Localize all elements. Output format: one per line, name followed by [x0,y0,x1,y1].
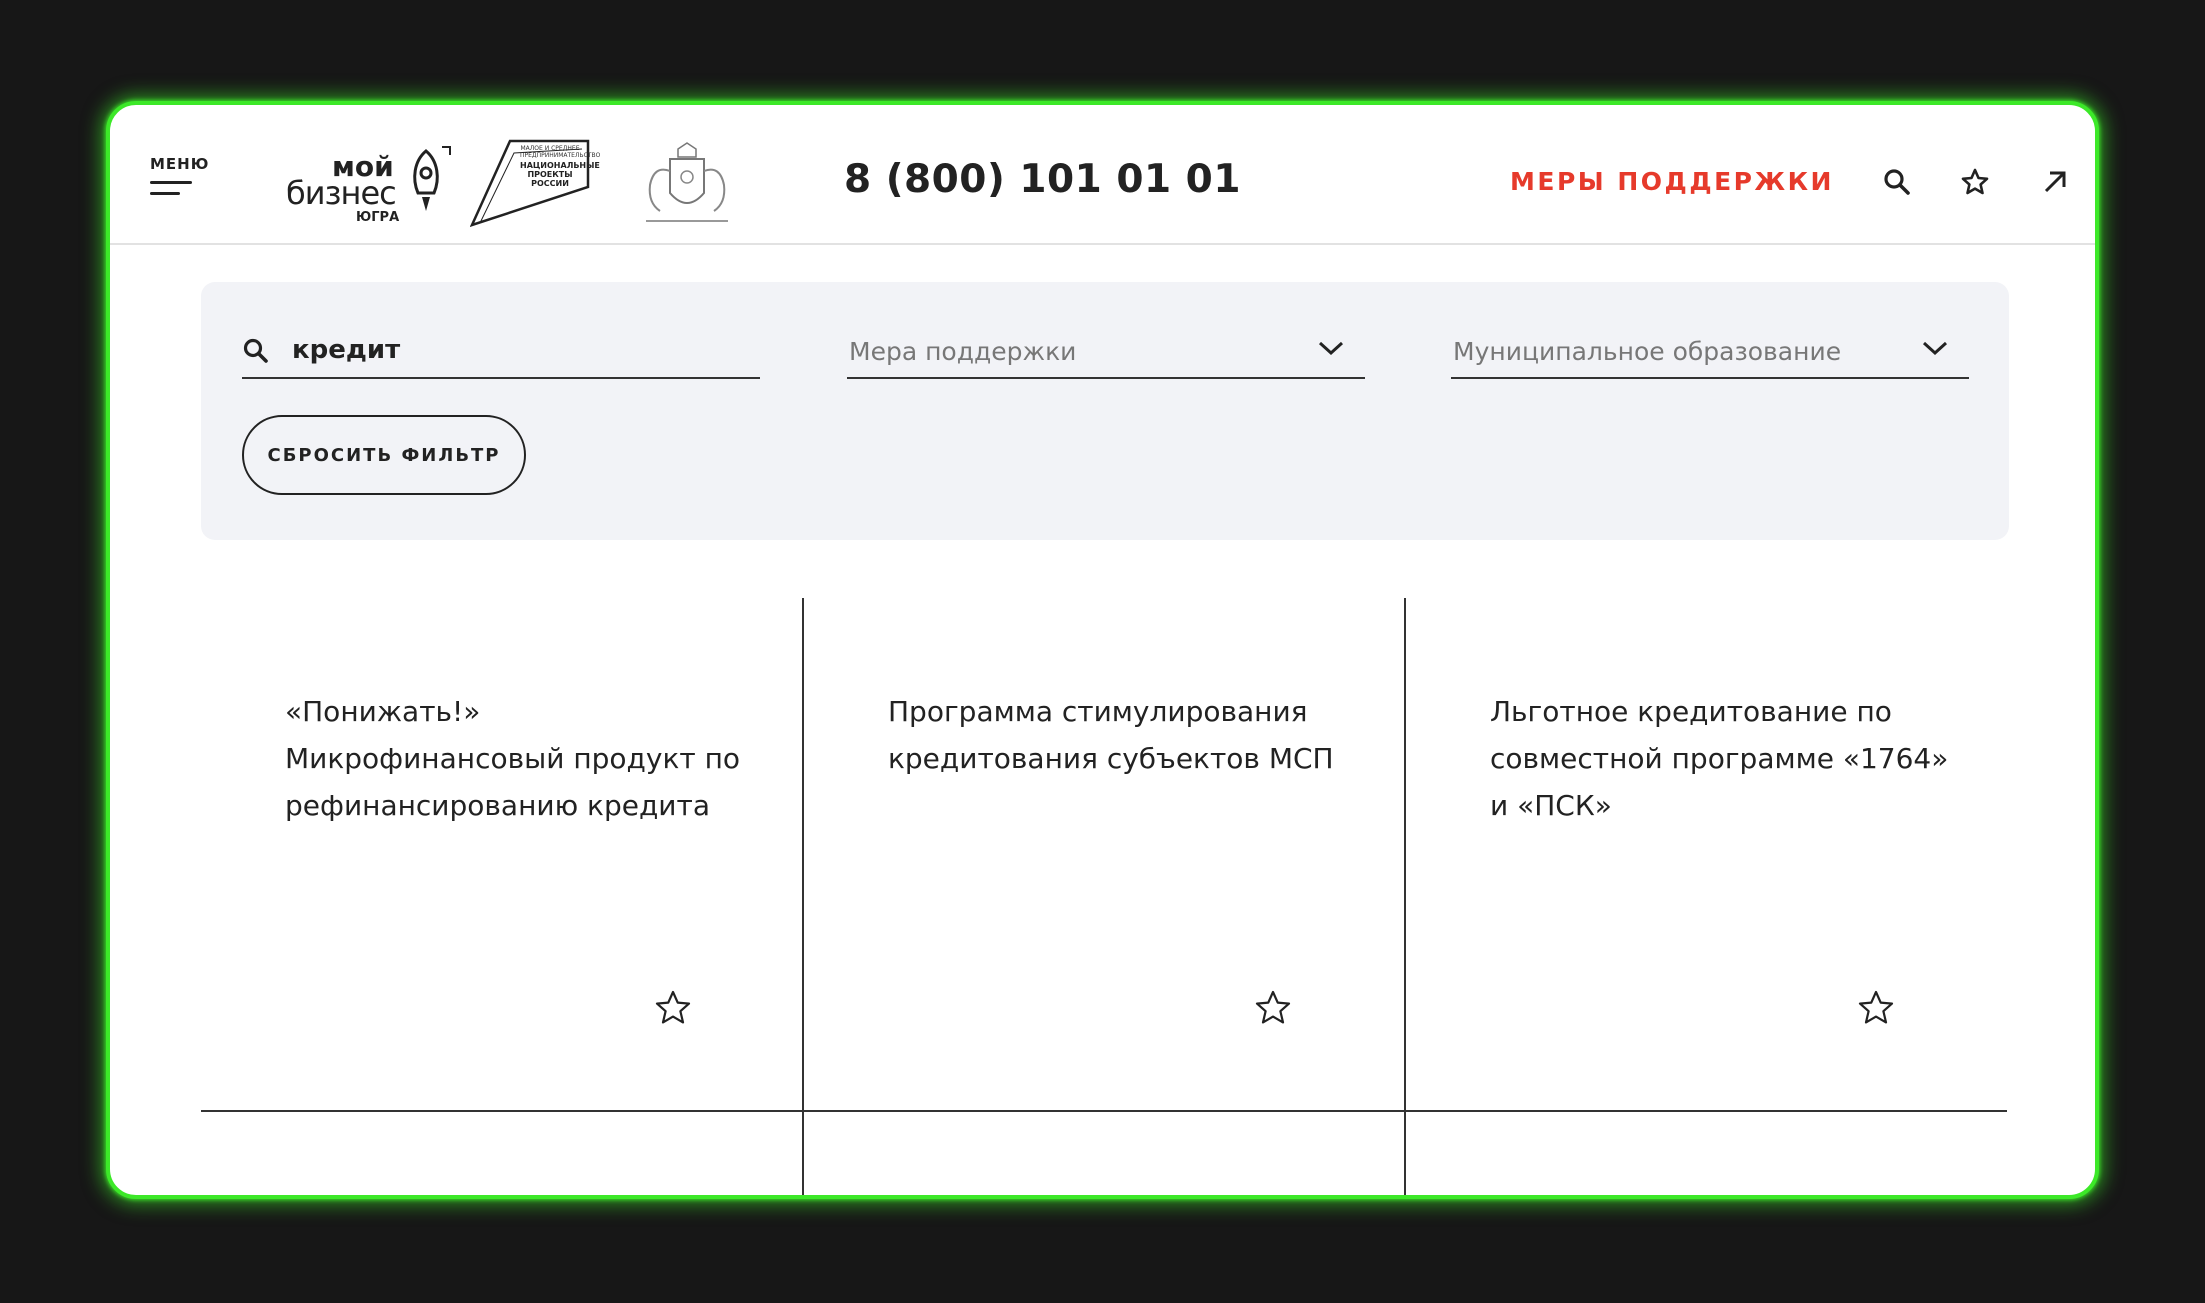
hamburger-icon [150,181,192,203]
chevron-down-icon [1922,341,1948,356]
moy-biznes-logo[interactable]: мой бизнес ЮГРА [286,145,458,225]
card-title: «Понижать!» Микрофинансовый продукт по р… [285,695,741,822]
support-card[interactable]: «Понижать!» Микрофинансовый продукт по р… [201,598,801,1110]
coat-of-arms-logo[interactable] [640,141,734,227]
favorite-star-icon[interactable] [1856,988,1896,1028]
results-grid: «Понижать!» Микрофинансовый продукт по р… [201,598,2007,1195]
search-icon [243,338,268,363]
support-card[interactable]: Программа стимулирования кредитования су… [804,598,1404,1110]
coat-of-arms-icon [646,142,728,222]
support-measures-link[interactable]: МЕРЫ ПОДДЕРЖКИ [1510,167,1834,196]
chevron-down-icon [1318,341,1344,356]
national-projects-logo[interactable]: МАЛОЕ И СРЕДНЕЕ ПРЕДПРИНИМАТЕЛЬСТВО НАЦИ… [470,139,601,227]
grid-divider [201,1110,2007,1112]
logo-brand-line3: ЮГРА [356,210,400,225]
np-logo-main-text: НАЦИОНАЛЬНЫЕ ПРОЕКТЫ РОССИИ [520,161,600,188]
favorite-star-icon[interactable] [653,988,693,1028]
support-measure-select[interactable]: Мера поддержки [847,327,1365,379]
municipality-placeholder: Муниципальное образование [1453,337,1842,366]
menu-button[interactable]: МЕНЮ [150,155,210,205]
search-icon[interactable] [1882,167,1912,197]
arrow-up-right-icon[interactable] [2040,167,2070,197]
logo-brand-line2: бизнес [286,174,397,212]
site-header: МЕНЮ мой бизнес ЮГРА МАЛОЕ И СРЕДНЕЕ ПРЕ… [110,105,2095,245]
support-card[interactable]: Льготное кредитование по совместной прог… [1406,598,2006,1110]
search-input[interactable]: кредит [292,335,400,365]
filter-panel: кредит Мера поддержки Муниципальное обра… [201,282,2009,540]
hotline-phone[interactable]: 8 (800) 101 01 01 [844,157,1241,202]
search-field[interactable]: кредит [242,327,760,379]
municipality-select[interactable]: Муниципальное образование [1451,327,1969,379]
menu-label: МЕНЮ [150,155,210,173]
star-icon[interactable] [1960,167,1990,197]
browser-window: МЕНЮ мой бизнес ЮГРА МАЛОЕ И СРЕДНЕЕ ПРЕ… [106,101,2099,1199]
support-measure-placeholder: Мера поддержки [849,337,1077,366]
np-logo-small-text: МАЛОЕ И СРЕДНЕЕ ПРЕДПРИНИМАТЕЛЬСТВО [520,145,601,159]
favorite-star-icon[interactable] [1253,988,1293,1028]
rocket-icon [413,146,451,211]
reset-filter-button[interactable]: СБРОСИТЬ ФИЛЬТР [242,415,526,495]
card-title: Льготное кредитование по совместной прог… [1490,695,1949,822]
card-title: Программа стимулирования кредитования су… [888,695,1334,775]
